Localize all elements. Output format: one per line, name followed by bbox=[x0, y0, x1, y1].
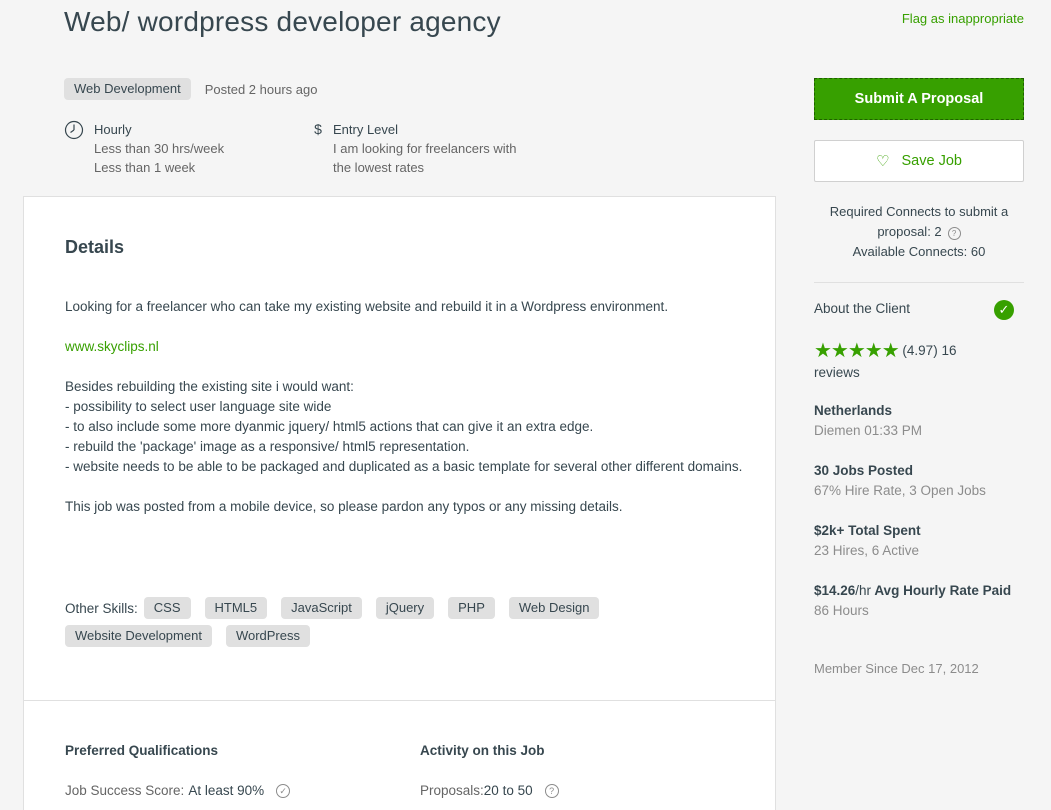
skill-tag[interactable]: WordPress bbox=[225, 625, 310, 647]
preferred-qualifications-heading: Preferred Qualifications bbox=[65, 743, 219, 758]
qualifications-panel: Preferred Qualifications Job Success Sco… bbox=[23, 700, 776, 810]
proposals-label: Proposals: bbox=[420, 783, 484, 798]
save-job-button[interactable]: ♡ Save Job bbox=[814, 140, 1024, 182]
hires-count: 23 Hires, 6 Active bbox=[814, 543, 920, 558]
connects-available: Available Connects: 60 bbox=[852, 244, 986, 259]
client-country: Netherlands bbox=[814, 403, 893, 418]
skill-tag[interactable]: Website Development bbox=[65, 625, 212, 647]
job-description: Looking for a freelancer who can take my… bbox=[65, 297, 745, 537]
heart-icon: ♡ bbox=[876, 153, 890, 170]
posted-time: Posted 2 hours ago bbox=[204, 81, 318, 97]
client-rating: ★★★★★ (4.97) 16 reviews bbox=[814, 340, 1014, 383]
job-type-label: Hourly bbox=[94, 122, 132, 137]
check-circle-icon: ✓ bbox=[276, 783, 291, 798]
help-icon[interactable]: ? bbox=[544, 783, 559, 798]
job-type-info: Hourly Less than 30 hrs/week Less than 1… bbox=[64, 120, 224, 177]
client-location: Netherlands Diemen 01:33 PM bbox=[814, 401, 1024, 441]
jobs-posted: 30 Jobs Posted bbox=[814, 463, 914, 478]
member-since: Member Since Dec 17, 2012 bbox=[814, 661, 979, 676]
client-website-link[interactable]: www.skyclips.nl bbox=[65, 339, 159, 354]
skill-tag[interactable]: CSS bbox=[143, 597, 191, 619]
connects-required: Required Connects to submit a bbox=[829, 204, 1009, 219]
skill-tag[interactable]: Web Design bbox=[508, 597, 600, 619]
submit-proposal-button[interactable]: Submit A Proposal bbox=[814, 78, 1024, 120]
job-duration: Less than 1 week bbox=[94, 160, 196, 175]
hours-count: 86 Hours bbox=[814, 603, 869, 618]
rating-value: (4.97) 16 bbox=[902, 343, 957, 358]
details-panel: Details Looking for a freelancer who can… bbox=[23, 196, 776, 701]
activity-heading: Activity on this Job bbox=[420, 743, 545, 758]
hourly-rate-value: $14.26 bbox=[814, 583, 856, 598]
divider bbox=[814, 282, 1024, 283]
description-paragraph: Looking for a freelancer who can take my… bbox=[65, 299, 669, 314]
skill-tag[interactable]: jQuery bbox=[375, 597, 435, 619]
hourly-rate-label: Avg Hourly Rate Paid bbox=[874, 583, 1012, 598]
job-meta: Web Development Posted 2 hours ago bbox=[64, 78, 317, 100]
connects-info: Required Connects to submit a proposal: … bbox=[814, 202, 1024, 262]
details-heading: Details bbox=[65, 237, 125, 257]
skill-tag[interactable]: JavaScript bbox=[281, 597, 362, 619]
proposals-value: 20 to 50 bbox=[483, 783, 533, 798]
experience-level-desc-1: I am looking for freelancers with bbox=[333, 141, 517, 156]
client-city-time: Diemen 01:33 PM bbox=[814, 423, 923, 438]
reviews-label: reviews bbox=[814, 365, 860, 380]
skill-tag[interactable]: HTML5 bbox=[204, 597, 268, 619]
flag-inappropriate-link[interactable]: Flag as inappropriate bbox=[902, 11, 1024, 26]
verified-check-icon: ✓ bbox=[994, 300, 1014, 320]
experience-level-desc-2: the lowest rates bbox=[333, 160, 425, 175]
description-requirements: Besides rebuilding the existing site i w… bbox=[65, 379, 743, 474]
client-hourly-rate: $14.26/hr Avg Hourly Rate Paid 86 Hours bbox=[814, 581, 1024, 621]
client-spend: $2k+ Total Spent 23 Hires, 6 Active bbox=[814, 521, 1024, 561]
about-client-heading: About the Client bbox=[814, 301, 911, 316]
skills-section: Other Skills: CSS HTML5 JavaScript jQuer… bbox=[65, 597, 745, 647]
experience-level-info: $ Entry Level I am looking for freelance… bbox=[313, 120, 517, 177]
star-rating-icon: ★★★★★ bbox=[814, 340, 900, 362]
total-spent: $2k+ Total Spent bbox=[814, 523, 921, 538]
clock-icon bbox=[64, 120, 84, 140]
skill-tag[interactable]: PHP bbox=[448, 597, 495, 619]
job-hours: Less than 30 hrs/week bbox=[94, 141, 225, 156]
hire-rate: 67% Hire Rate, 3 Open Jobs bbox=[814, 483, 986, 498]
client-jobs: 30 Jobs Posted 67% Hire Rate, 3 Open Job… bbox=[814, 461, 1024, 501]
save-job-label: Save Job bbox=[901, 153, 962, 169]
category-tag[interactable]: Web Development bbox=[64, 78, 191, 100]
jss-value: At least 90% bbox=[188, 783, 265, 798]
connects-proposal: proposal: 2 bbox=[877, 224, 942, 239]
proposals-count: Proposals: 20 to 50 ? bbox=[420, 783, 559, 798]
dollar-icon: $ bbox=[314, 121, 322, 137]
experience-level-label: Entry Level bbox=[333, 122, 399, 137]
skills-label: Other Skills: bbox=[65, 600, 138, 616]
description-mobile-note: This job was posted from a mobile device… bbox=[65, 499, 623, 514]
job-success-score: Job Success Score: At least 90% ✓ bbox=[65, 783, 291, 798]
hourly-rate-unit: /hr bbox=[855, 583, 872, 598]
job-title: Web/ wordpress developer agency bbox=[64, 6, 501, 37]
jss-label: Job Success Score: bbox=[65, 783, 185, 798]
help-icon[interactable]: ? bbox=[947, 227, 961, 240]
